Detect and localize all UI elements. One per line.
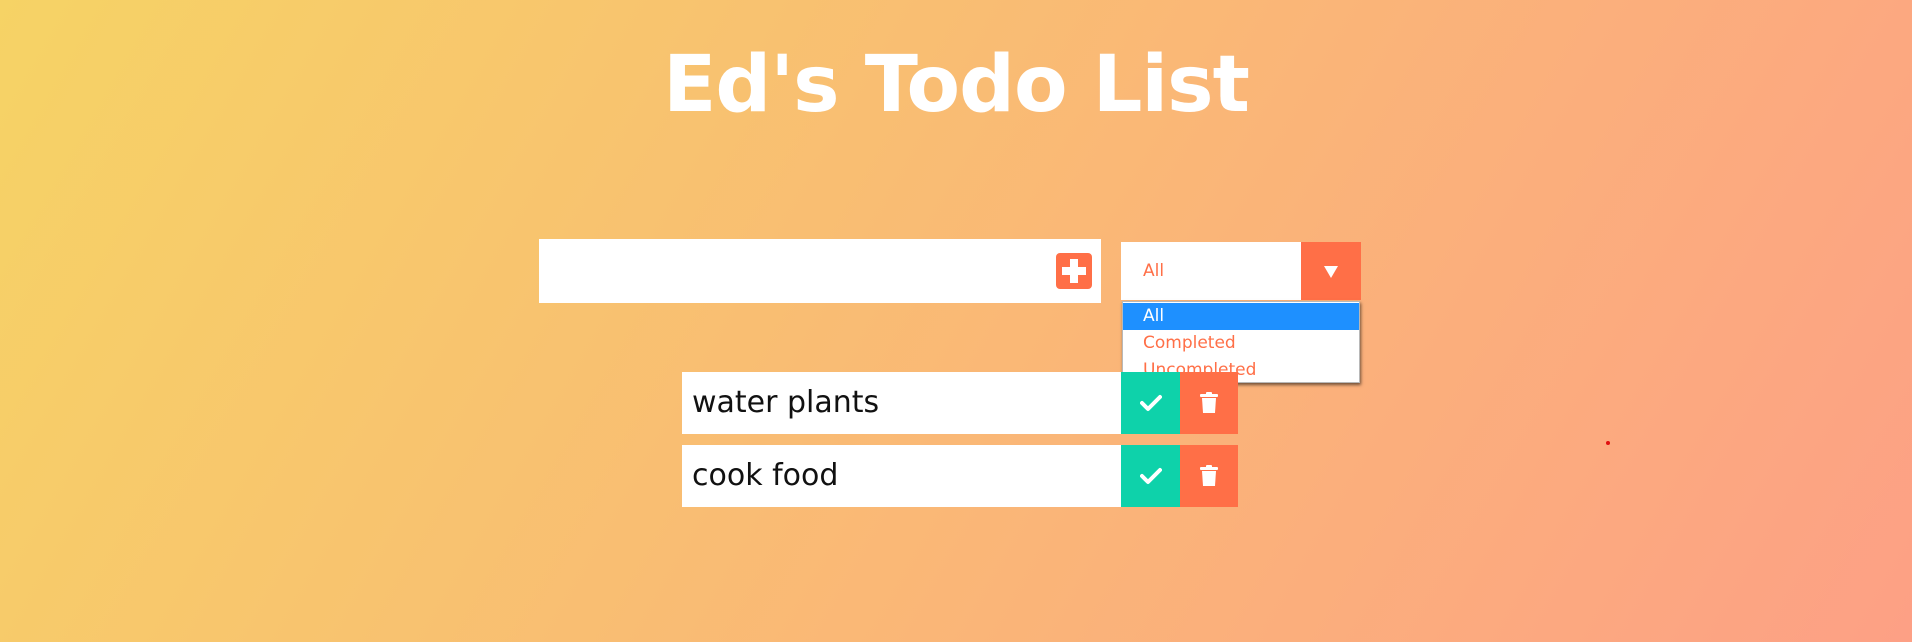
- check-icon: [1139, 468, 1162, 484]
- todo-form: [539, 239, 1101, 303]
- complete-button[interactable]: [1121, 445, 1180, 507]
- filter-option-completed[interactable]: Completed: [1123, 330, 1359, 357]
- todo-item: cook food: [682, 445, 1238, 507]
- filter-select[interactable]: All: [1121, 242, 1361, 300]
- mouse-cursor-dot: [1606, 441, 1610, 445]
- filter-selected-value: All: [1143, 261, 1165, 281]
- delete-button[interactable]: [1180, 445, 1238, 507]
- caret-down-icon: [1324, 266, 1338, 278]
- todo-list: water plants cook food: [682, 372, 1238, 518]
- plus-icon: [1062, 259, 1086, 283]
- filter-option-all[interactable]: All: [1123, 303, 1359, 330]
- todo-item: water plants: [682, 372, 1238, 434]
- todo-text: cook food: [692, 458, 839, 493]
- filter-dropdown-toggle[interactable]: [1301, 242, 1361, 300]
- complete-button[interactable]: [1121, 372, 1180, 434]
- add-todo-button[interactable]: [1056, 253, 1092, 289]
- todo-text: water plants: [692, 385, 880, 420]
- filter-options-list: All Completed Uncompleted: [1122, 301, 1360, 383]
- delete-button[interactable]: [1180, 372, 1238, 434]
- page-title: Ed's Todo List: [663, 40, 1250, 130]
- trash-icon: [1200, 465, 1218, 486]
- trash-icon: [1200, 392, 1218, 413]
- check-icon: [1139, 395, 1162, 411]
- todo-input[interactable]: [539, 239, 1049, 303]
